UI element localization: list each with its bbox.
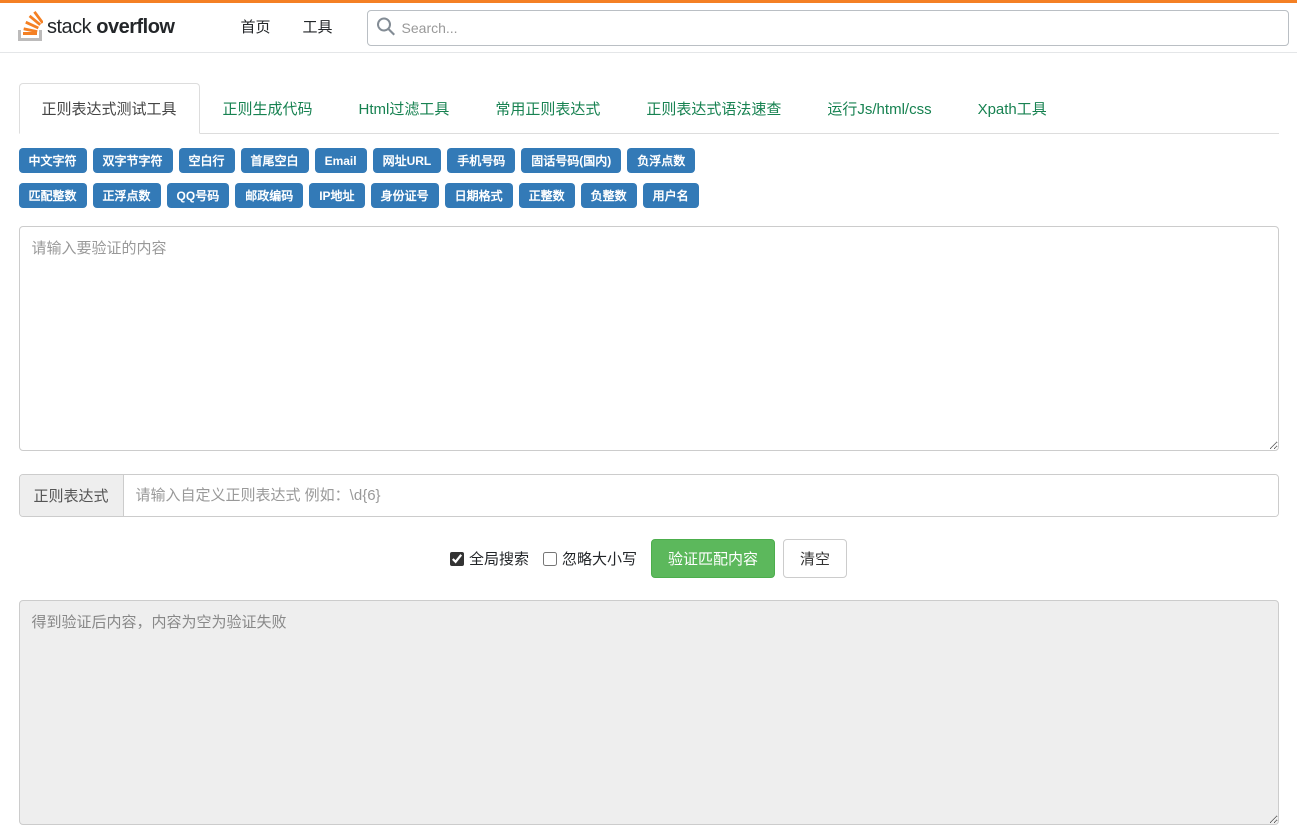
- content-input[interactable]: [19, 226, 1279, 451]
- preset-tag[interactable]: 中文字符: [19, 148, 87, 173]
- global-search-check[interactable]: 全局搜索: [450, 548, 529, 569]
- preset-tag[interactable]: 负整数: [581, 183, 637, 208]
- logo[interactable]: stack overflow: [8, 11, 185, 44]
- regex-row: 正则表达式: [19, 474, 1279, 517]
- preset-tag[interactable]: QQ号码: [167, 183, 230, 208]
- preset-tag[interactable]: Email: [315, 148, 367, 173]
- search-icon: [377, 17, 395, 38]
- preset-tag[interactable]: 手机号码: [447, 148, 515, 173]
- preset-tag[interactable]: 匹配整数: [19, 183, 87, 208]
- clear-button[interactable]: 清空: [783, 539, 847, 578]
- ignore-case-label: 忽略大小写: [562, 548, 637, 569]
- tab-common-regex[interactable]: 常用正则表达式: [472, 83, 623, 134]
- preset-tag[interactable]: 用户名: [643, 183, 699, 208]
- ignore-case-check[interactable]: 忽略大小写: [543, 548, 637, 569]
- validate-button[interactable]: 验证匹配内容: [651, 539, 775, 578]
- tab-regex-test[interactable]: 正则表达式测试工具: [19, 83, 200, 134]
- preset-tag[interactable]: 双字节字符: [93, 148, 173, 173]
- search-input[interactable]: [367, 10, 1289, 46]
- logo-text: stack overflow: [47, 16, 175, 39]
- preset-tag[interactable]: 空白行: [179, 148, 235, 173]
- tabs: 正则表达式测试工具 正则生成代码 Html过滤工具 常用正则表达式 正则表达式语…: [19, 83, 1279, 134]
- tab-xpath[interactable]: Xpath工具: [955, 83, 1070, 134]
- regex-input[interactable]: [124, 475, 1278, 516]
- preset-tag[interactable]: 负浮点数: [627, 148, 695, 173]
- result-output[interactable]: [19, 600, 1279, 825]
- global-search-checkbox[interactable]: [450, 552, 464, 566]
- tab-run-js[interactable]: 运行Js/html/css: [804, 83, 954, 134]
- nav-tools[interactable]: 工具: [287, 3, 349, 53]
- preset-tag[interactable]: 正浮点数: [93, 183, 161, 208]
- preset-tag[interactable]: 网址URL: [373, 148, 442, 173]
- preset-tag[interactable]: 身份证号: [371, 183, 439, 208]
- nav-home[interactable]: 首页: [225, 3, 287, 53]
- search-wrap: [367, 10, 1289, 46]
- ignore-case-checkbox[interactable]: [543, 552, 557, 566]
- preset-tag[interactable]: 正整数: [519, 183, 575, 208]
- tab-regex-syntax[interactable]: 正则表达式语法速查: [623, 83, 804, 134]
- controls-row: 全局搜索 忽略大小写 验证匹配内容 清空: [19, 539, 1279, 578]
- header: stack overflow 首页 工具: [0, 3, 1297, 53]
- regex-label: 正则表达式: [20, 475, 124, 516]
- tab-regex-gen[interactable]: 正则生成代码: [200, 83, 336, 134]
- preset-tag[interactable]: 邮政编码: [235, 183, 303, 208]
- preset-tag[interactable]: 日期格式: [445, 183, 513, 208]
- stack-overflow-icon: [18, 11, 43, 44]
- preset-tag[interactable]: IP地址: [309, 183, 364, 208]
- nav-links: 首页 工具: [185, 3, 349, 53]
- preset-tags: 中文字符双字节字符空白行首尾空白Email网址URL手机号码固话号码(国内)负浮…: [19, 148, 1279, 208]
- preset-tag[interactable]: 固话号码(国内): [521, 148, 621, 173]
- preset-tag[interactable]: 首尾空白: [241, 148, 309, 173]
- global-search-label: 全局搜索: [469, 548, 529, 569]
- tab-html-filter[interactable]: Html过滤工具: [336, 83, 473, 134]
